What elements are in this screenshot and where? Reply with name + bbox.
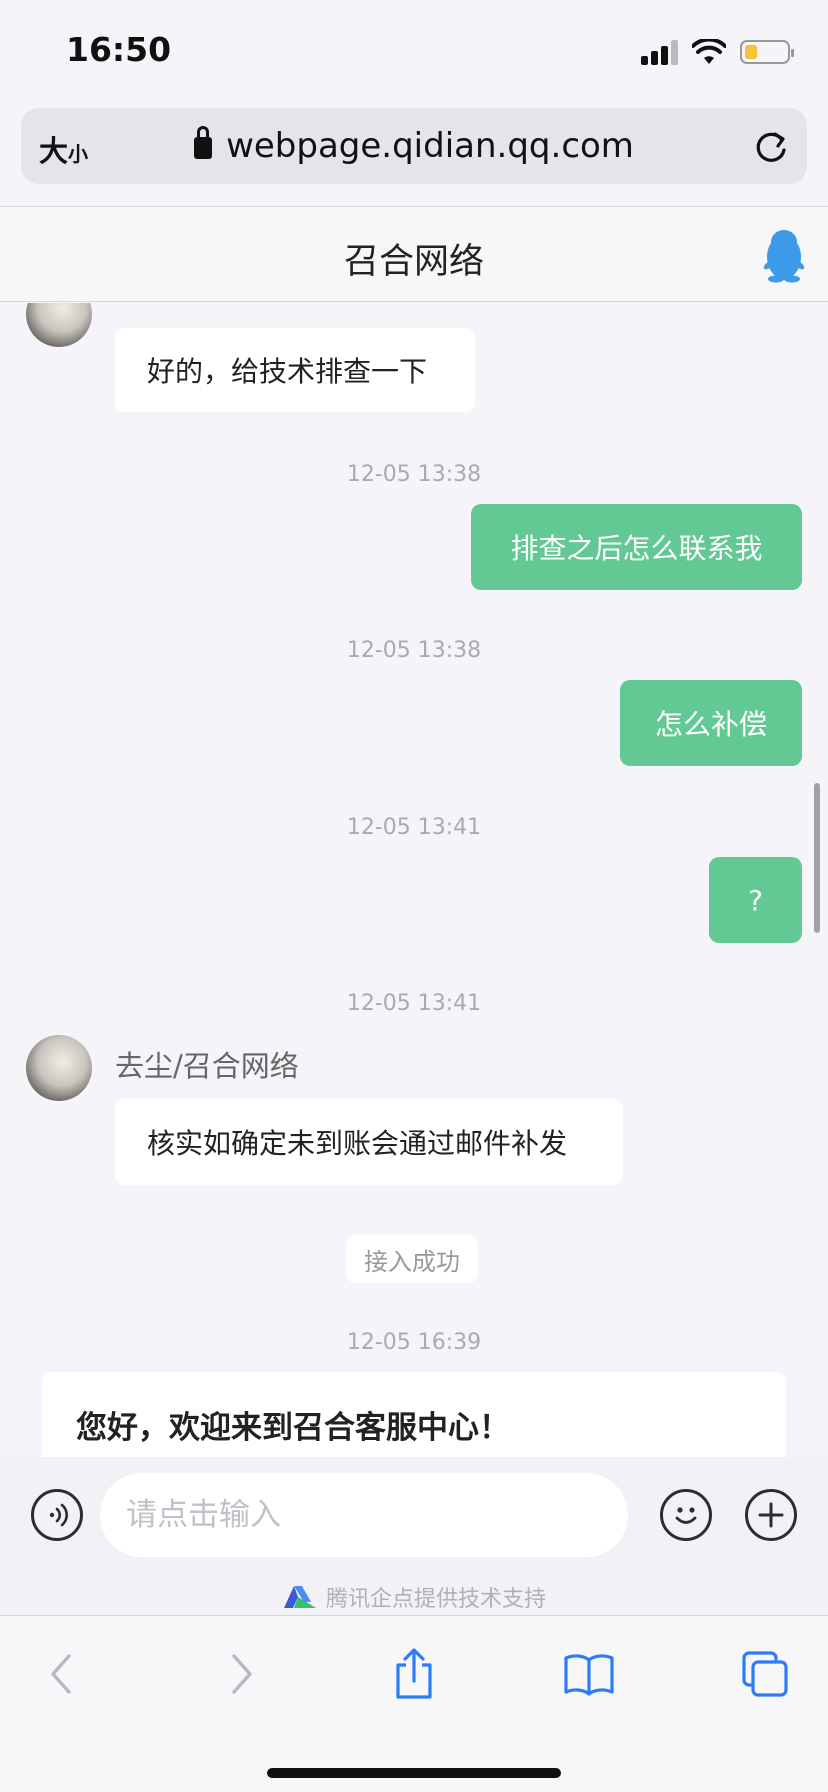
- timestamp: 12-05 13:38: [346, 638, 482, 663]
- battery-level: [745, 45, 757, 59]
- forward-icon: [232, 1654, 252, 1694]
- welcome-text: 您好，欢迎来到召合客服中心！: [76, 1410, 510, 1446]
- message-text: 怎么补偿: [654, 708, 767, 741]
- sender-name: 去尘/召合网络: [115, 1049, 299, 1083]
- share-icon: [396, 1648, 432, 1699]
- message-text: 排查之后怎么联系我: [510, 532, 763, 565]
- forward-button[interactable]: [213, 1646, 269, 1702]
- address-bar[interactable]: 大小 webpage.qidian.qq.com: [21, 108, 807, 184]
- emoji-icon: [675, 1507, 697, 1524]
- agent-avatar: [26, 1035, 92, 1101]
- home-indicator[interactable]: [267, 1768, 561, 1778]
- timestamp: 12-05 16:39: [346, 1330, 482, 1355]
- message-input[interactable]: [100, 1473, 628, 1557]
- message-list[interactable]: 好的，给技术排查一下 12-05 13:38 排查之后怎么联系我 12-05 1…: [0, 303, 828, 1457]
- plus-icon: [758, 1502, 784, 1528]
- message-text: 好的，给技术排查一下: [147, 355, 428, 388]
- status-time: 16:50: [66, 30, 172, 69]
- cellular-signal-icon: [641, 39, 678, 65]
- wifi-icon: [692, 39, 726, 64]
- voice-icon: [49, 1503, 68, 1527]
- chat-title: 召合网络: [343, 242, 484, 282]
- bookmarks-icon: [564, 1654, 614, 1696]
- timestamp: 12-05 13:41: [346, 815, 482, 840]
- timestamp: 12-05 13:41: [346, 991, 482, 1016]
- user-message: 怎么补偿: [620, 680, 802, 766]
- welcome-card: 您好，欢迎来到召合客服中心！: [42, 1372, 786, 1457]
- system-notice-text: 接入成功: [364, 1247, 460, 1276]
- battery-icon: [740, 40, 794, 64]
- agent-avatar: [26, 303, 92, 347]
- tabs-icon: [742, 1651, 788, 1697]
- emoji-button[interactable]: [660, 1489, 712, 1541]
- agent-message: 核实如确定未到账会通过邮件补发: [115, 1099, 623, 1185]
- browser-toolbar: [0, 1615, 828, 1792]
- powered-by-text: 腾讯企点提供技术支持: [325, 1587, 546, 1612]
- lock-icon: [194, 126, 213, 159]
- message-text: 核实如确定未到账会通过邮件补发: [147, 1127, 568, 1160]
- status-bar: 16:50: [0, 0, 828, 100]
- back-icon: [51, 1654, 71, 1694]
- share-button[interactable]: [386, 1646, 442, 1702]
- url-field[interactable]: webpage.qidian.qq.com: [21, 126, 807, 166]
- input-bar: 腾讯企点提供技术支持: [0, 1457, 828, 1615]
- powered-by: 腾讯企点提供技术支持: [0, 1581, 828, 1613]
- qq-penguin-icon[interactable]: [762, 229, 806, 283]
- timestamp: 12-05 13:38: [346, 462, 482, 487]
- plus-button[interactable]: [745, 1489, 797, 1541]
- agent-message: 好的，给技术排查一下: [115, 328, 475, 412]
- chat-header: 召合网络: [0, 206, 828, 302]
- bookmarks-button[interactable]: [561, 1646, 617, 1702]
- voice-button[interactable]: [31, 1489, 83, 1541]
- url-text: webpage.qidian.qq.com: [226, 126, 634, 166]
- status-icons: [641, 34, 794, 70]
- message-text: ?: [748, 883, 763, 917]
- back-button[interactable]: [34, 1646, 90, 1702]
- tabs-button[interactable]: [737, 1646, 793, 1702]
- qidian-logo-icon: [283, 1586, 316, 1608]
- scrollbar[interactable]: [814, 783, 820, 933]
- reload-icon[interactable]: [751, 126, 791, 166]
- user-message: 排查之后怎么联系我: [471, 504, 802, 590]
- user-message: ?: [709, 857, 802, 943]
- system-notice: 接入成功: [346, 1235, 478, 1283]
